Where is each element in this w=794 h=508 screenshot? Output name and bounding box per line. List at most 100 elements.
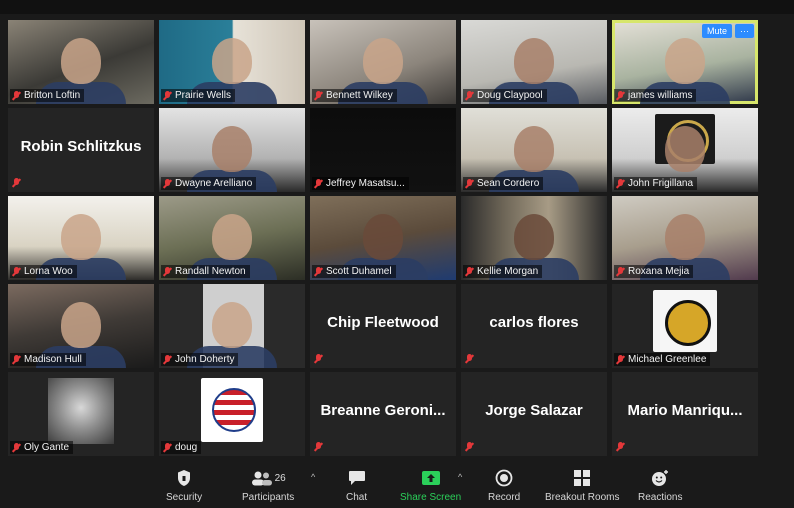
meeting-toolbar: Security 26 Participants ^ Chat Share Sc… [0,462,794,508]
participant-tile[interactable]: Jeffrey Masatsu... [310,108,456,192]
profile-logo-image [653,290,717,352]
participant-name-label: james williams [614,89,697,102]
muted-mic-icon [12,442,21,453]
muted-mic-icon [314,178,323,189]
participant-name-label: Michael Greenlee [614,353,711,366]
participant-name: Michael Greenlee [628,354,707,365]
participant-tile[interactable]: Bennett Wilkey [310,20,456,104]
muted-mic-icon [163,354,172,365]
muted-mic-icon [314,442,323,452]
participant-video-face [212,126,252,172]
muted-mic-icon [163,266,172,277]
muted-mic-icon [465,90,474,101]
muted-mic-icon [616,442,625,452]
participant-tile[interactable]: Madison Hull [8,284,154,368]
participant-tile[interactable]: Oly Gante [8,372,154,456]
reactions-button[interactable]: Reactions [638,468,682,503]
participant-tile[interactable]: Britton Loftin [8,20,154,104]
share-screen-button[interactable]: Share Screen [400,468,461,503]
participant-name-label: Lorna Woo [10,265,77,278]
muted-mic-icon [163,90,172,101]
participant-name-label: Bennett Wilkey [312,89,397,102]
participant-name: Bennett Wilkey [326,90,393,101]
participant-video-face [212,214,252,260]
participant-name-label: Britton Loftin [10,89,85,102]
participant-video-face [514,214,554,260]
participant-name-label: John Doherty [161,353,239,366]
participant-tile[interactable]: doug [159,372,305,456]
participant-name-label: doug [161,441,202,454]
muted-mic-icon [12,266,21,277]
participants-label: Participants [242,492,295,503]
participant-name-label: Roxana Mejia [614,265,694,278]
participants-count: 26 [274,472,286,484]
participant-name: Scott Duhamel [326,266,392,277]
chat-button[interactable]: Chat [346,468,367,503]
participant-name-label: Jeffrey Masatsu... [312,177,409,190]
participants-button[interactable]: 26 Participants [242,468,294,503]
participants-chevron-up-icon[interactable]: ^ [311,472,315,482]
muted-mic-icon [616,354,625,365]
reactions-label: Reactions [638,492,683,503]
muted-mic-icon [314,354,323,364]
participant-tile[interactable]: carlos flores [461,284,607,368]
participant-tile[interactable]: james williams Mute ··· [612,20,758,104]
participant-name-label: Scott Duhamel [312,265,396,278]
participant-video-face [665,214,705,260]
participant-tile[interactable]: Randall Newton [159,196,305,280]
participant-video-face [665,126,705,172]
participant-name-display: Jorge Salazar [485,402,583,419]
participant-tile[interactable]: Robin Schlitzkus [8,108,154,192]
participants-icon: 26 [251,468,286,488]
muted-mic-icon [616,266,625,277]
more-options-button[interactable]: ··· [735,24,754,38]
mute-participant-button[interactable]: Mute [701,24,732,38]
participant-tile[interactable]: Sean Cordero [461,108,607,192]
muted-mic-icon [465,442,474,452]
muted-mic-icon [163,442,172,453]
participant-name: John Frigillana [628,178,694,189]
breakout-rooms-button[interactable]: Breakout Rooms [545,468,619,503]
security-button[interactable]: Security [166,468,202,503]
muted-mic-icon [616,178,625,189]
chat-label: Chat [346,492,368,503]
participant-tile[interactable]: Doug Claypool [461,20,607,104]
participant-name: doug [175,442,198,453]
participant-video-face [61,302,101,348]
participant-name-label: Kellie Morgan [463,265,543,278]
participant-tile[interactable]: John Doherty [159,284,305,368]
participant-tile[interactable]: Prairie Wells [159,20,305,104]
participant-name-display: Chip Fleetwood [327,314,439,331]
participant-video-face [514,38,554,84]
participant-video-face [212,302,252,348]
participant-tile[interactable]: Chip Fleetwood [310,284,456,368]
participant-tile[interactable]: Jorge Salazar [461,372,607,456]
participant-name: Sean Cordero [477,178,540,189]
record-button[interactable]: Record [488,468,520,503]
participant-name-label: Oly Gante [10,441,74,454]
participant-tile[interactable]: John Frigillana [612,108,758,192]
participant-name: Prairie Wells [175,90,231,101]
participant-name-label: John Frigillana [614,177,698,190]
record-label: Record [488,492,521,503]
participant-tile[interactable]: Michael Greenlee [612,284,758,368]
participant-video-face [363,38,403,84]
muted-mic-icon [12,90,21,101]
participant-video-face [61,214,101,260]
participant-name-label: Sean Cordero [463,177,544,190]
participant-tile[interactable]: Dwayne Arelliano [159,108,305,192]
participant-tile[interactable]: Breanne Geroni... [310,372,456,456]
share-chevron-up-icon[interactable]: ^ [458,472,462,482]
participant-tile[interactable]: Kellie Morgan [461,196,607,280]
participant-tile[interactable]: Scott Duhamel [310,196,456,280]
profile-seal-image [201,378,263,442]
participant-name: Oly Gante [24,442,70,453]
participant-video-face [212,38,252,84]
chat-icon [348,468,366,488]
participant-name-label: Dwayne Arelliano [161,177,257,190]
muted-mic-icon [616,90,625,101]
participant-tile[interactable]: Lorna Woo [8,196,154,280]
participant-tile[interactable]: Mario Manriqu... [612,372,758,456]
muted-mic-icon [314,90,323,101]
participant-tile[interactable]: Roxana Mejia [612,196,758,280]
